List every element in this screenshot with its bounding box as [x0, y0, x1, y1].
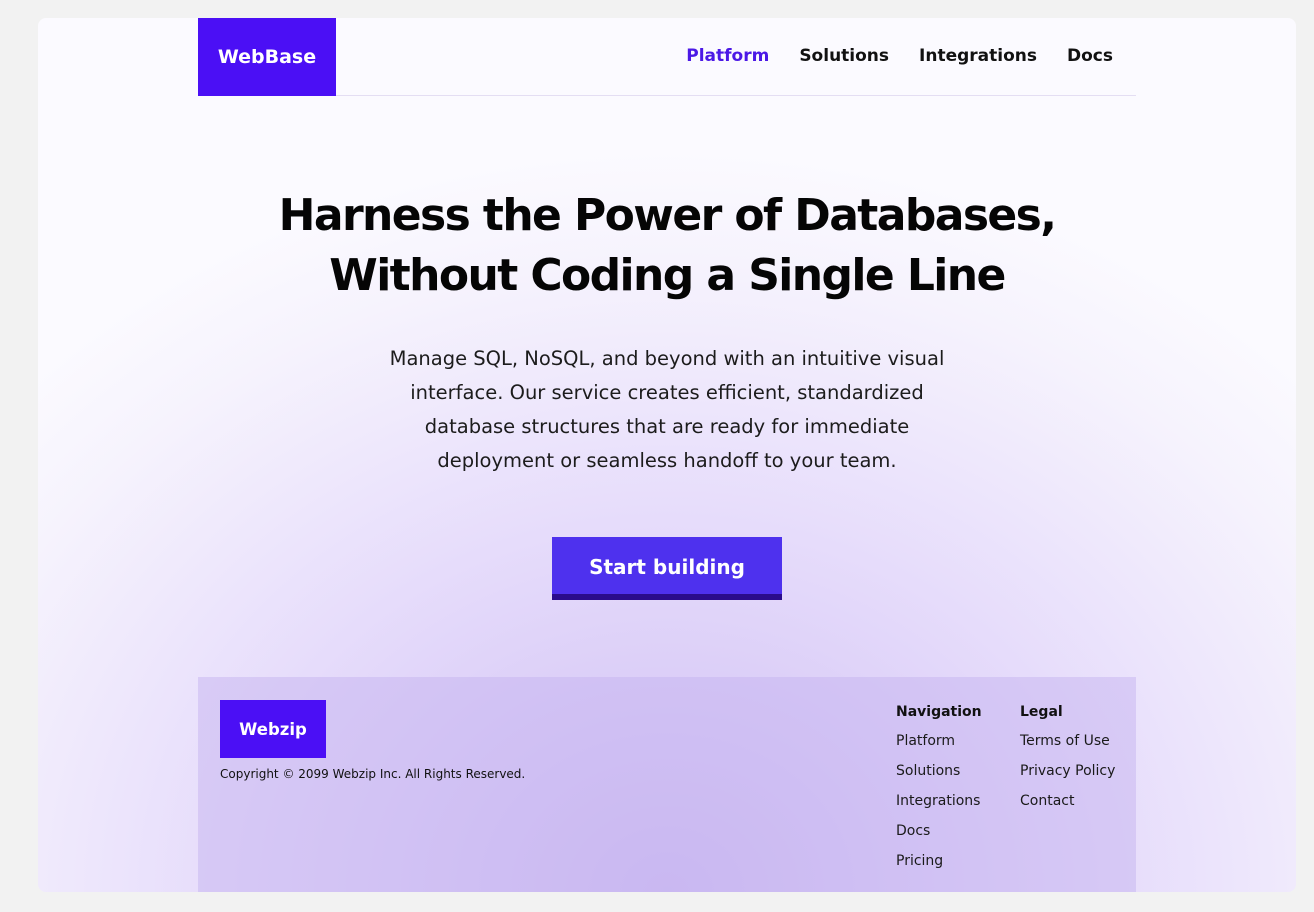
site-header: WebBase Platform Solutions Integrations …: [198, 18, 1136, 96]
footer-legal-column: Legal Terms of Use Privacy Policy Contac…: [1020, 703, 1115, 822]
footer-logo[interactable]: Webzip: [220, 700, 326, 758]
site-footer: Webzip Copyright © 2099 Webzip Inc. All …: [198, 677, 1136, 892]
footer-link-platform[interactable]: Platform: [896, 732, 982, 750]
page-frame: WebBase Platform Solutions Integrations …: [38, 18, 1296, 892]
hero-headline: Harness the Power of Databases, Without …: [198, 186, 1136, 306]
hero-headline-line-1: Harness the Power of Databases,: [278, 190, 1057, 241]
nav-link-solutions[interactable]: Solutions: [799, 46, 889, 66]
footer-navigation-column: Navigation Platform Solutions Integratio…: [896, 703, 982, 882]
content-container: WebBase Platform Solutions Integrations …: [198, 18, 1136, 892]
hero-description: Manage SQL, NoSQL, and beyond with an in…: [389, 347, 945, 472]
nav-link-platform[interactable]: Platform: [686, 46, 769, 66]
main-nav: Platform Solutions Integrations Docs: [686, 46, 1113, 66]
footer-link-privacy-policy[interactable]: Privacy Policy: [1020, 762, 1115, 780]
footer-legal-heading: Legal: [1020, 704, 1063, 720]
footer-link-terms-of-use[interactable]: Terms of Use: [1020, 732, 1115, 750]
footer-navigation-heading: Navigation: [896, 704, 982, 720]
footer-link-pricing[interactable]: Pricing: [896, 852, 982, 870]
footer-link-contact[interactable]: Contact: [1020, 792, 1115, 810]
footer-link-docs[interactable]: Docs: [896, 822, 982, 840]
copyright-text: Copyright © 2099 Webzip Inc. All Rights …: [220, 767, 526, 781]
nav-link-integrations[interactable]: Integrations: [919, 46, 1037, 66]
brand-logo[interactable]: WebBase: [198, 18, 336, 96]
nav-link-docs[interactable]: Docs: [1067, 46, 1113, 66]
footer-link-solutions[interactable]: Solutions: [896, 762, 982, 780]
start-building-button[interactable]: Start building: [552, 537, 782, 600]
hero-headline-line-2: Without Coding a Single Line: [329, 250, 1006, 301]
footer-link-integrations[interactable]: Integrations: [896, 792, 982, 810]
